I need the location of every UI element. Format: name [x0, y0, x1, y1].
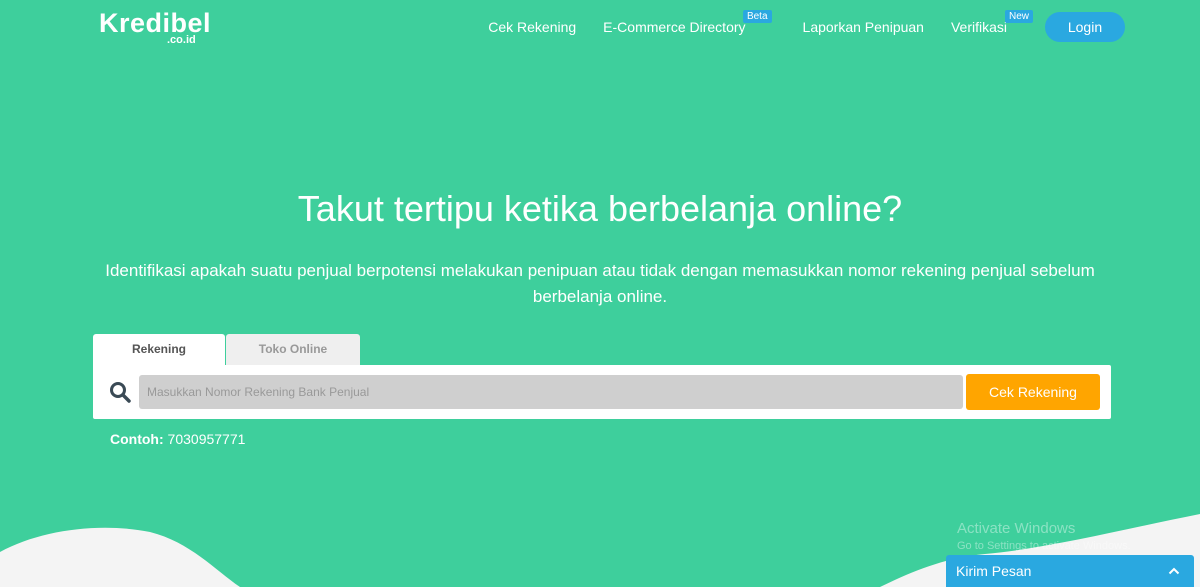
- tab-toko-online[interactable]: Toko Online: [226, 334, 360, 365]
- example-value: 7030957771: [167, 431, 246, 447]
- windows-activation-watermark: Activate Windows Go to Settings to activ…: [957, 520, 1131, 552]
- login-button[interactable]: Login: [1045, 12, 1125, 42]
- beta-badge: Beta: [742, 10, 772, 23]
- brand-logo[interactable]: Kredibel .co.id: [99, 8, 211, 48]
- nav-ecommerce-directory[interactable]: E-Commerce Directory Beta: [603, 10, 772, 35]
- cek-rekening-button[interactable]: Cek Rekening: [966, 374, 1100, 410]
- watermark-title: Activate Windows: [957, 520, 1076, 537]
- main-nav: Cek Rekening E-Commerce Directory Beta L…: [461, 10, 1125, 42]
- nav-cek-rekening[interactable]: Cek Rekening: [488, 19, 576, 35]
- nav-laporkan-penipuan[interactable]: Laporkan Penipuan: [803, 19, 924, 35]
- nav-label: E-Commerce Directory: [603, 19, 746, 35]
- nav-verifikasi[interactable]: Verifikasi New: [950, 10, 1033, 35]
- nav-label: Cek Rekening: [488, 19, 577, 35]
- chat-label: Kirim Pesan: [956, 563, 1032, 579]
- search-panel: Cek Rekening: [93, 365, 1111, 419]
- example-hint: Contoh: 7030957771: [110, 431, 245, 447]
- watermark-subtitle: Go to Settings to activate Windows.: [957, 540, 1131, 552]
- chevron-up-icon[interactable]: [1168, 566, 1180, 576]
- search-tabs: Rekening Toko Online: [93, 334, 360, 365]
- rekening-search-input[interactable]: [139, 375, 963, 409]
- logo-suffix: .co.id: [167, 34, 196, 46]
- new-badge: New: [1004, 10, 1033, 23]
- hero-subtitle: Identifikasi apakah suatu penjual berpot…: [105, 261, 1095, 306]
- hero-title: Takut tertipu ketika berbelanja online?: [297, 188, 903, 229]
- tab-rekening[interactable]: Rekening: [93, 334, 225, 365]
- nav-label: Verifikasi: [950, 19, 1007, 35]
- search-icon: [110, 382, 131, 403]
- top-navbar: Kredibel .co.id Cek Rekening E-Commerce …: [0, 0, 1200, 56]
- nav-label: Laporkan Penipuan: [802, 19, 924, 35]
- chat-widget-bar[interactable]: Kirim Pesan: [946, 555, 1194, 587]
- example-label: Contoh:: [110, 431, 164, 447]
